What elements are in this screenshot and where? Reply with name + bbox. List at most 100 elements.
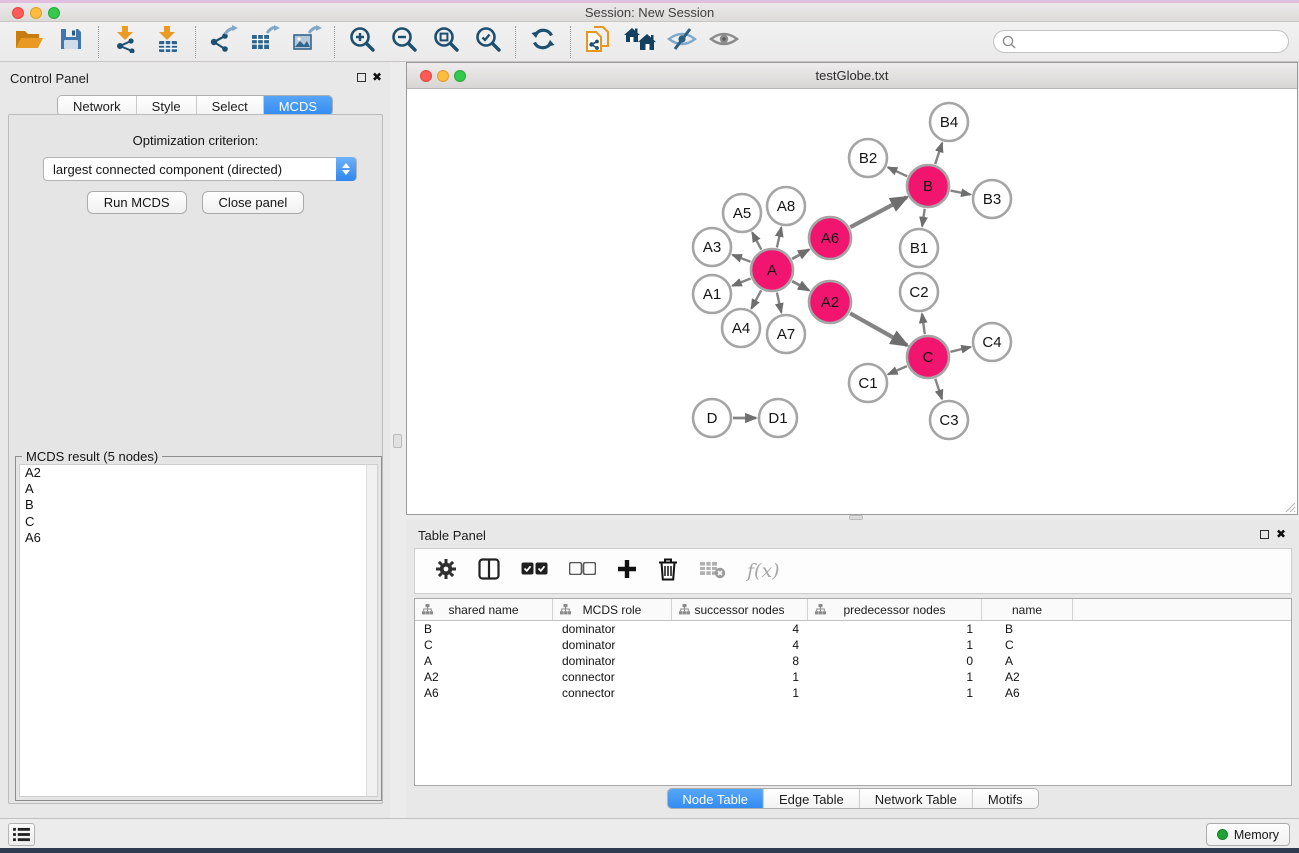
trash-button[interactable] <box>658 556 678 586</box>
cell-predecessor-nodes[interactable]: 1 <box>808 637 982 653</box>
select-all-checks-button[interactable] <box>521 562 548 580</box>
table-row-b[interactable]: Bdominator41B <box>415 621 1291 637</box>
home-views-button[interactable] <box>619 25 661 59</box>
graph-node-B[interactable]: B <box>907 165 949 207</box>
result-item-a2[interactable]: A2 <box>20 465 377 481</box>
graph-node-A[interactable]: A <box>751 249 793 291</box>
graph-edge-B-B3[interactable] <box>951 191 971 195</box>
cell-name[interactable]: C <box>982 637 1073 653</box>
graph-edge-A-A1[interactable] <box>732 279 750 286</box>
graph-edge-A-A5[interactable] <box>752 233 761 250</box>
result-list-scrollbar[interactable] <box>366 465 377 796</box>
graph-edge-C-C2[interactable] <box>922 314 925 334</box>
graph-node-C[interactable]: C <box>907 336 949 378</box>
cell-successor-nodes[interactable]: 4 <box>672 637 808 653</box>
graph-edge-A-A7[interactable] <box>777 293 781 313</box>
cell-shared-name[interactable]: C <box>415 637 553 653</box>
add-button[interactable] <box>617 559 637 584</box>
graph-edge-A-A8[interactable] <box>777 228 781 248</box>
network-zoom-traffic-light[interactable] <box>454 70 466 82</box>
cell-predecessor-nodes[interactable]: 1 <box>808 669 982 685</box>
graph-node-B2[interactable]: B2 <box>849 139 887 177</box>
zoom-traffic-light[interactable] <box>48 7 60 19</box>
column-header-shared-name[interactable]: shared name <box>415 599 553 620</box>
column-header-successor-nodes[interactable]: successor nodes <box>672 599 808 620</box>
split-columns-button[interactable] <box>478 558 500 585</box>
graph-edge-B-B4[interactable] <box>935 143 942 164</box>
network-minimize-traffic-light[interactable] <box>437 70 449 82</box>
graph-node-C4[interactable]: C4 <box>973 323 1011 361</box>
clone-network-button[interactable] <box>577 25 619 59</box>
refresh-button[interactable] <box>522 25 564 59</box>
graph-node-C1[interactable]: C1 <box>849 364 887 402</box>
save-session-button[interactable] <box>50 25 92 59</box>
graph-edge-A2-C[interactable] <box>850 313 907 345</box>
close-panel-icon[interactable]: ✖ <box>372 70 382 84</box>
table-row-c[interactable]: Cdominator41C <box>415 637 1291 653</box>
table-row-a[interactable]: Adominator80A <box>415 653 1291 669</box>
cell-MCDS-role[interactable]: connector <box>553 685 672 701</box>
graph-edge-B-B1[interactable] <box>922 209 925 226</box>
memory-button[interactable]: Memory <box>1206 823 1290 846</box>
mcds-result-list[interactable]: A2ABCA6 <box>19 464 378 797</box>
graph-node-A2[interactable]: A2 <box>809 281 851 323</box>
table-tab-edge-table[interactable]: Edge Table <box>763 789 859 808</box>
graph-node-C2[interactable]: C2 <box>900 273 938 311</box>
export-image-button[interactable] <box>286 25 328 59</box>
zoom-out-button[interactable] <box>383 25 425 59</box>
cell-successor-nodes[interactable]: 1 <box>672 685 808 701</box>
column-header-MCDS-role[interactable]: MCDS role <box>553 599 672 620</box>
cell-shared-name[interactable]: A6 <box>415 685 553 701</box>
import-table-button[interactable] <box>147 25 189 59</box>
graph-edge-A-A2[interactable] <box>792 281 809 290</box>
cell-successor-nodes[interactable]: 4 <box>672 621 808 637</box>
cell-predecessor-nodes[interactable]: 1 <box>808 621 982 637</box>
graph-node-B1[interactable]: B1 <box>900 229 938 267</box>
zoom-in-button[interactable] <box>341 25 383 59</box>
cell-successor-nodes[interactable]: 8 <box>672 653 808 669</box>
graph-edge-C-C3[interactable] <box>935 379 942 399</box>
tab-select[interactable]: Select <box>196 96 263 115</box>
import-network-button[interactable] <box>105 25 147 59</box>
tab-style[interactable]: Style <box>136 96 196 115</box>
window-resize-grip[interactable] <box>1284 501 1296 513</box>
graph-node-A8[interactable]: A8 <box>767 187 805 225</box>
graph-node-A3[interactable]: A3 <box>693 228 731 266</box>
result-item-b[interactable]: B <box>20 497 377 513</box>
graph-node-D1[interactable]: D1 <box>759 399 797 437</box>
show-eye-button[interactable] <box>703 25 745 59</box>
clear-checks-button[interactable] <box>569 562 596 580</box>
graph-node-B3[interactable]: B3 <box>973 180 1011 218</box>
table-row-a6[interactable]: A6connector11A6 <box>415 685 1291 701</box>
table-row-a2[interactable]: A2connector11A2 <box>415 669 1291 685</box>
criterion-dropdown[interactable]: largest connected component (directed) <box>43 157 357 181</box>
run-mcds-button[interactable]: Run MCDS <box>87 191 187 214</box>
graph-node-A5[interactable]: A5 <box>723 194 761 232</box>
cell-predecessor-nodes[interactable]: 0 <box>808 653 982 669</box>
result-item-a6[interactable]: A6 <box>20 530 377 546</box>
table-panel-float-icon[interactable] <box>1260 530 1269 539</box>
cell-MCDS-role[interactable]: dominator <box>553 653 672 669</box>
tab-network[interactable]: Network <box>58 96 136 115</box>
vertical-splitter-handle[interactable] <box>393 434 402 448</box>
export-table-button[interactable] <box>244 25 286 59</box>
table-tab-network-table[interactable]: Network Table <box>859 789 972 808</box>
result-item-a[interactable]: A <box>20 481 377 497</box>
close-traffic-light[interactable] <box>12 7 24 19</box>
task-history-button[interactable] <box>8 823 35 846</box>
gear-button[interactable] <box>435 558 457 585</box>
cell-name[interactable]: A2 <box>982 669 1073 685</box>
table-tab-motifs[interactable]: Motifs <box>972 789 1038 808</box>
table-tab-node-table[interactable]: Node Table <box>667 789 763 808</box>
cell-MCDS-role[interactable]: dominator <box>553 637 672 653</box>
graph-edge-C-C4[interactable] <box>950 347 970 352</box>
cell-name[interactable]: B <box>982 621 1073 637</box>
cell-shared-name[interactable]: A2 <box>415 669 553 685</box>
column-header-name[interactable]: name <box>982 599 1073 620</box>
vertical-splitter[interactable] <box>390 62 406 818</box>
tab-mcds[interactable]: MCDS <box>263 96 332 115</box>
table-panel-close-icon[interactable]: ✖ <box>1276 527 1286 541</box>
graph-edge-A-A6[interactable] <box>792 250 809 259</box>
hide-selected-eye-button[interactable] <box>661 25 703 59</box>
graph-node-A6[interactable]: A6 <box>809 217 851 259</box>
